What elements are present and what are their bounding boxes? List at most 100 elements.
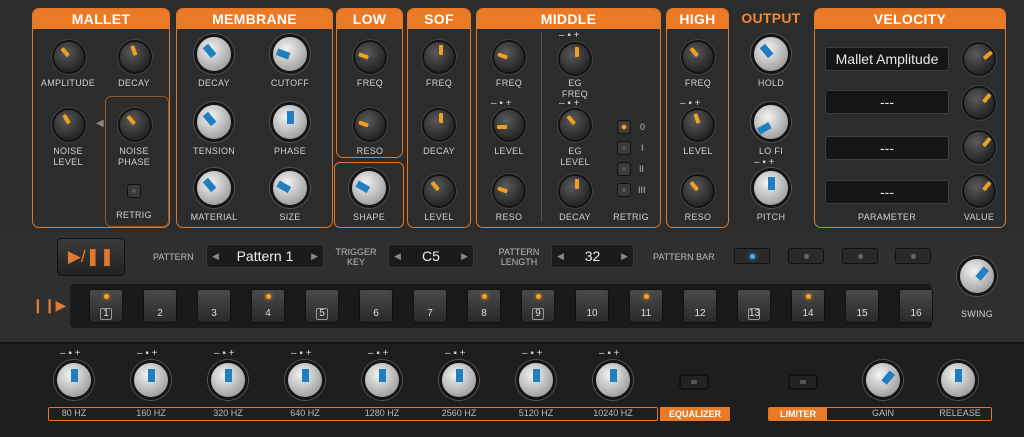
- pattern-length-select[interactable]: ◀ 32 ▶: [551, 244, 634, 268]
- step-button-8[interactable]: 8: [467, 289, 501, 323]
- decay-knob[interactable]: [118, 40, 152, 74]
- pattern-bar-label: PATTERN BAR: [653, 252, 715, 262]
- pitch-knob[interactable]: [751, 168, 791, 208]
- step-button-1[interactable]: 1: [89, 289, 123, 323]
- step-button-5[interactable]: 5: [305, 289, 339, 323]
- step-button-14[interactable]: 14: [791, 289, 825, 323]
- step-number: 7: [427, 308, 433, 319]
- step-button-4[interactable]: 4: [251, 289, 285, 323]
- knob-indicator: [148, 369, 155, 382]
- middle-level-knob[interactable]: [492, 108, 526, 142]
- play-pause-button[interactable]: ▶/❚❚: [57, 238, 125, 276]
- middle-divider: [541, 32, 542, 222]
- trigger-key-select[interactable]: ◀ C5 ▶: [388, 244, 474, 268]
- sof-freq-knob[interactable]: [422, 40, 456, 74]
- knob-indicator: [225, 369, 232, 382]
- pattern-bar-4[interactable]: [895, 248, 931, 264]
- material-knob[interactable]: [194, 168, 234, 208]
- release-knob[interactable]: [938, 360, 978, 400]
- high-freq-knob[interactable]: [681, 40, 715, 74]
- step-button-2[interactable]: 2: [143, 289, 177, 323]
- pattern-bar-3[interactable]: [842, 248, 878, 264]
- step-button-3[interactable]: 3: [197, 289, 231, 323]
- cutoff-knob[interactable]: [270, 34, 310, 74]
- eq-range-marks: – ▪ +: [599, 348, 620, 359]
- velocity-param-1[interactable]: Mallet Amplitude: [825, 47, 949, 71]
- lofi-knob[interactable]: [751, 102, 791, 142]
- gain-knob[interactable]: [863, 360, 903, 400]
- eq-160hz-knob[interactable]: [131, 360, 171, 400]
- pattern-bar-2[interactable]: [788, 248, 824, 264]
- step-button-6[interactable]: 6: [359, 289, 393, 323]
- step-button-7[interactable]: 7: [413, 289, 447, 323]
- step-number: 4: [265, 308, 271, 319]
- eq-band-label: 640 HZ: [290, 408, 320, 418]
- low-freq-knob[interactable]: [353, 40, 387, 74]
- pattern-select[interactable]: ◀ Pattern 1 ▶: [206, 244, 324, 268]
- swing-knob[interactable]: [957, 256, 997, 296]
- noise-level-knob[interactable]: [52, 108, 86, 142]
- arrow-left-icon: ◀: [557, 251, 564, 261]
- velocity-value-1-knob[interactable]: [962, 42, 996, 76]
- step-button-9[interactable]: 9: [521, 289, 555, 323]
- low-reso-label: RESO: [356, 146, 384, 156]
- step-number: 8: [481, 308, 487, 319]
- eq-640hz-knob[interactable]: [285, 360, 325, 400]
- hold-knob[interactable]: [751, 34, 791, 74]
- velocity-param-2[interactable]: ---: [825, 90, 949, 114]
- shape-knob[interactable]: [349, 168, 389, 208]
- limiter-button[interactable]: [788, 374, 818, 390]
- knob-indicator: [533, 369, 540, 382]
- step-number: 3: [211, 308, 217, 319]
- pitch-range-marks: – ▪ +: [754, 157, 775, 168]
- output-title: OUTPUT: [741, 10, 801, 26]
- high-level-knob[interactable]: [681, 108, 715, 142]
- step-button-13[interactable]: 13: [737, 289, 771, 323]
- step-button-10[interactable]: 10: [575, 289, 609, 323]
- velocity-value-4-knob[interactable]: [962, 174, 996, 208]
- membrane-decay-knob[interactable]: [194, 34, 234, 74]
- eq-80hz-knob[interactable]: [54, 360, 94, 400]
- sof-level-knob[interactable]: [422, 174, 456, 208]
- retrig-option-1[interactable]: [617, 141, 631, 155]
- high-title: HIGH: [667, 9, 728, 29]
- noise-phase-knob[interactable]: [118, 108, 152, 142]
- velocity-param-3[interactable]: ---: [825, 136, 949, 160]
- eq-5120hz-knob[interactable]: [516, 360, 556, 400]
- eq-band-label: 80 HZ: [61, 408, 87, 418]
- eq-1280hz-knob[interactable]: [362, 360, 402, 400]
- pattern-bar-1[interactable]: [734, 248, 770, 264]
- low-reso-knob[interactable]: [353, 108, 387, 142]
- eg-level-knob[interactable]: [558, 108, 592, 142]
- tension-knob[interactable]: [194, 102, 234, 142]
- eg-freq-knob[interactable]: [558, 42, 592, 76]
- knob-indicator: [379, 369, 386, 382]
- step-button-11[interactable]: 11: [629, 289, 663, 323]
- eq-320hz-knob[interactable]: [208, 360, 248, 400]
- phase-knob[interactable]: [270, 102, 310, 142]
- retrig-option-0[interactable]: [617, 120, 631, 134]
- step-button-16[interactable]: 16: [899, 289, 933, 323]
- eq-2560hz-knob[interactable]: [439, 360, 479, 400]
- equalizer-button[interactable]: [679, 374, 709, 390]
- high-level-label: LEVEL: [683, 146, 713, 156]
- step-button-15[interactable]: 15: [845, 289, 879, 323]
- step-number: 10: [586, 308, 598, 319]
- high-reso-knob[interactable]: [681, 174, 715, 208]
- eq-10240hz-knob[interactable]: [593, 360, 633, 400]
- middle-freq-knob[interactable]: [492, 40, 526, 74]
- mallet-retrig-button[interactable]: [127, 184, 141, 198]
- velocity-param-4[interactable]: ---: [825, 180, 949, 204]
- step-button-12[interactable]: 12: [683, 289, 717, 323]
- velocity-value-3-knob[interactable]: [962, 130, 996, 164]
- retrig-option-2[interactable]: [617, 162, 631, 176]
- play-pause-icon: ▶/❚❚: [67, 247, 115, 266]
- velocity-value-2-knob[interactable]: [962, 86, 996, 120]
- retrig-option-3[interactable]: [617, 183, 631, 197]
- middle-decay-knob[interactable]: [558, 174, 592, 208]
- arrow-right-icon: ▶: [461, 251, 468, 261]
- amplitude-knob[interactable]: [52, 40, 86, 74]
- sof-decay-knob[interactable]: [422, 108, 456, 142]
- size-knob[interactable]: [270, 168, 310, 208]
- middle-reso-knob[interactable]: [492, 174, 526, 208]
